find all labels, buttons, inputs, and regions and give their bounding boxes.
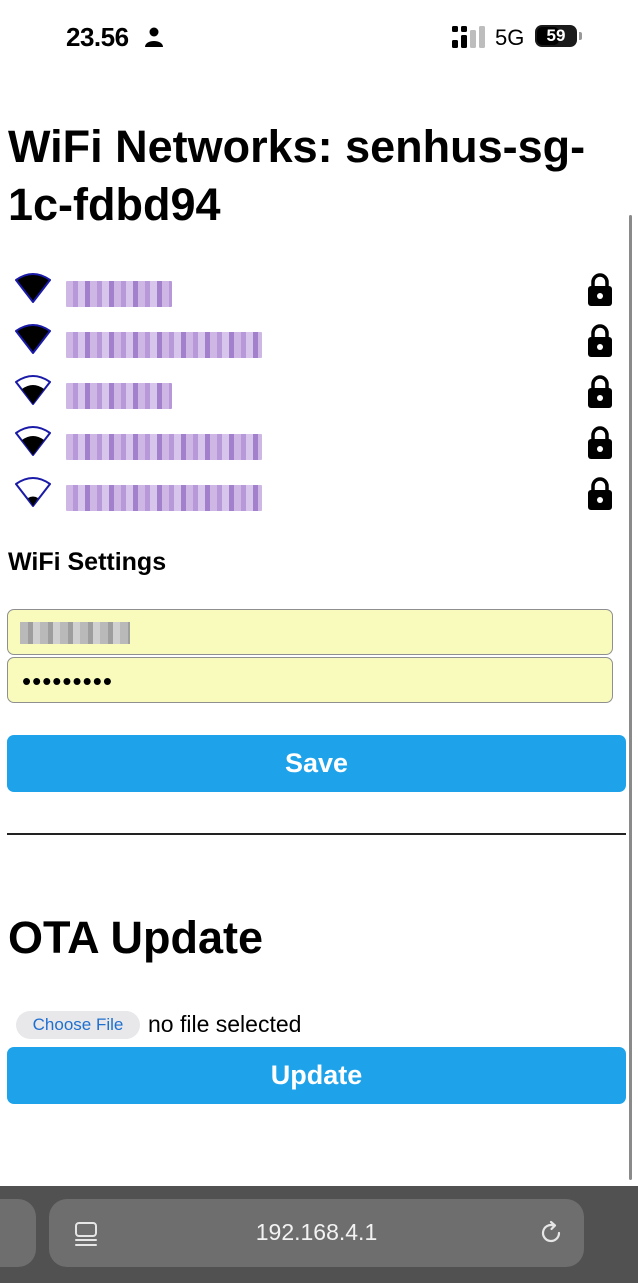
wifi-weak-icon	[15, 477, 51, 507]
network-ssid-redacted	[66, 281, 172, 307]
cellular-signal-icon	[452, 26, 485, 48]
network-item[interactable]	[10, 317, 620, 368]
update-button[interactable]: Update	[7, 1047, 626, 1104]
network-item[interactable]	[10, 368, 620, 419]
network-list	[10, 266, 620, 521]
network-type: 5G	[495, 25, 525, 50]
network-item[interactable]	[10, 470, 620, 521]
address-text: 192.168.4.1	[255, 1219, 378, 1245]
browser-toolbar: 192.168.4.1	[0, 1186, 638, 1283]
address-bar[interactable]: 192.168.4.1	[49, 1199, 584, 1267]
wifi-medium-icon	[15, 426, 51, 456]
ssid-input[interactable]	[7, 609, 613, 655]
battery-tip	[579, 32, 582, 40]
battery-icon: 59	[535, 25, 583, 47]
choose-file-button[interactable]: Choose File	[16, 1011, 140, 1039]
lock-icon	[588, 426, 612, 459]
network-item[interactable]	[10, 266, 620, 317]
lock-icon	[588, 477, 612, 510]
previous-tab[interactable]	[0, 1199, 36, 1267]
ota-update-heading: OTA Update	[8, 912, 263, 963]
section-divider	[7, 833, 626, 835]
network-item[interactable]	[10, 419, 620, 470]
status-bar: 23.56 5G 59	[0, 0, 638, 72]
network-ssid-redacted	[66, 485, 262, 511]
lock-icon	[588, 324, 612, 357]
network-ssid-redacted	[66, 332, 262, 358]
network-ssid-redacted	[66, 434, 262, 460]
ssid-input-value-redacted	[20, 622, 130, 644]
network-ssid-redacted	[66, 383, 172, 409]
wifi-settings-heading: WiFi Settings	[8, 548, 167, 576]
reload-icon[interactable]	[538, 1220, 564, 1246]
wifi-strong-icon	[15, 273, 51, 303]
password-input[interactable]: •••••••••	[7, 657, 613, 703]
scroll-indicator[interactable]	[629, 215, 632, 1180]
file-status-text: no file selected	[148, 1011, 302, 1037]
lock-icon	[588, 375, 612, 408]
battery-level: 59	[546, 26, 566, 45]
wifi-strong-icon	[15, 324, 51, 354]
status-time: 23.56	[66, 22, 129, 52]
password-input-value: •••••••••	[22, 666, 113, 696]
page-title: WiFi Networks: senhus-sg-1c-fdbd94	[8, 121, 586, 230]
person-icon	[145, 27, 163, 47]
wifi-medium-icon	[15, 375, 51, 405]
save-button[interactable]: Save	[7, 735, 626, 792]
lock-icon	[588, 273, 612, 306]
